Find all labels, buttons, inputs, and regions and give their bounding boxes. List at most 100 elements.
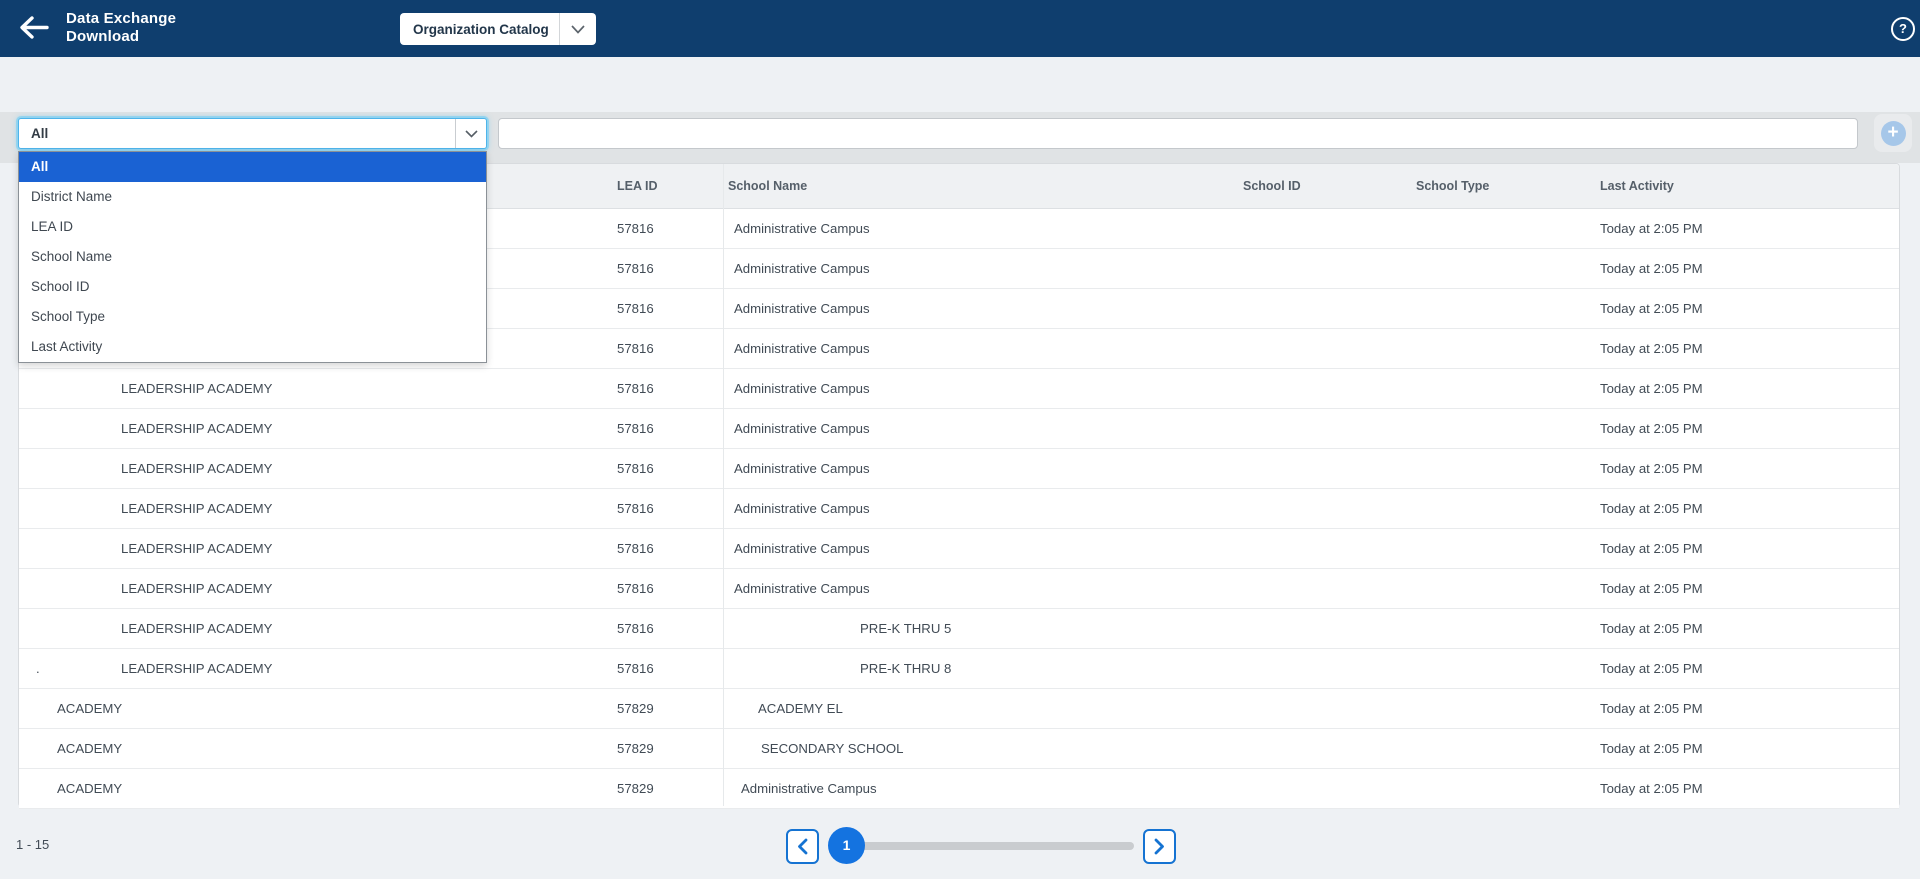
filter-dropdown-option[interactable]: School Type <box>19 302 486 332</box>
last-activity-cell: Today at 2:05 PM <box>1600 489 1703 528</box>
lea-id-cell: 57829 <box>617 769 654 808</box>
column-divider <box>723 164 724 806</box>
last-activity-cell: Today at 2:05 PM <box>1600 689 1703 728</box>
last-activity-cell: Today at 2:05 PM <box>1600 769 1703 808</box>
school-name-cell: Administrative Campus <box>734 329 870 368</box>
school-name-cell: Administrative Campus <box>734 449 870 488</box>
lea-id-cell: 57816 <box>617 449 654 488</box>
last-activity-cell: Today at 2:05 PM <box>1600 449 1703 488</box>
lea-id-cell: 57816 <box>617 209 654 248</box>
filter-dropdown-option[interactable]: School ID <box>19 272 486 302</box>
lea-id-cell: 57816 <box>617 409 654 448</box>
current-page-indicator[interactable]: 1 <box>828 827 865 864</box>
catalog-selector-value: Organization Catalog <box>400 22 559 37</box>
back-arrow-icon <box>18 14 50 41</box>
school-name-cell: ACADEMY EL <box>758 689 843 728</box>
district-cell: ACADEMY <box>57 729 122 768</box>
table-row[interactable]: LEADERSHIP ACADEMY 57816 Administrative Ca… <box>19 409 1899 449</box>
page-title-line2: Download <box>66 28 176 46</box>
district-cell: LEADERSHIP ACADEMY <box>121 449 272 488</box>
table-row[interactable]: ACADEMY 57829 SECONDARY SCHOOL Today at 2:0… <box>19 729 1899 769</box>
filter-dropdown: AllDistrict NameLEA IDSchool NameSchool … <box>18 151 487 363</box>
column-header[interactable]: School Type <box>1416 164 1489 208</box>
last-activity-cell: Today at 2:05 PM <box>1600 409 1703 448</box>
lea-id-cell: 57816 <box>617 569 654 608</box>
district-cell: LEADERSHIP ACADEMY <box>121 649 272 688</box>
plus-icon: + <box>1881 121 1906 146</box>
next-page-button[interactable] <box>1143 829 1176 864</box>
school-name-cell: Administrative Campus <box>734 529 870 568</box>
last-activity-cell: Today at 2:05 PM <box>1600 209 1703 248</box>
filter-dropdown-option[interactable]: All <box>19 152 486 182</box>
chevron-down-icon <box>559 13 596 45</box>
district-cell: ACADEMY <box>57 769 122 808</box>
school-name-cell: PRE-K THRU 8 <box>860 649 951 688</box>
table-row[interactable]: LEADERSHIP ACADEMY57816Administrative Ca… <box>19 529 1899 569</box>
district-cell: LEADERSHIP ACADEMY <box>121 609 272 648</box>
last-activity-cell: Today at 2:05 PM <box>1600 569 1703 608</box>
page-range-label: 1 - 15 <box>16 837 49 852</box>
district-cell: LEADERSHIP ACADEMY <box>121 569 272 608</box>
previous-page-button[interactable] <box>786 829 819 864</box>
school-name-cell: Administrative Campus <box>734 289 870 328</box>
last-activity-cell: Today at 2:05 PM <box>1600 729 1703 768</box>
table-row[interactable]: ACADEMY 57829 ACADEMY EL Today at 2:05 PM <box>19 689 1899 729</box>
column-header[interactable]: LEA ID <box>617 164 658 208</box>
table-row[interactable]: LEADERSHIP ACADEMY 57816 Administrative Ca… <box>19 569 1899 609</box>
school-name-cell: Administrative Campus <box>741 769 877 808</box>
last-activity-cell: Today at 2:05 PM <box>1600 609 1703 648</box>
table-row[interactable]: .LEADERSHIP ACADEMY57816PRE-K THRU 8Toda… <box>19 649 1899 689</box>
help-button[interactable]: ? <box>1891 17 1915 41</box>
district-cell: LEADERSHIP ACADEMY <box>121 369 272 408</box>
lea-id-cell: 57829 <box>617 689 654 728</box>
school-name-cell: SECONDARY SCHOOL <box>761 729 903 768</box>
lea-id-cell: 57816 <box>617 609 654 648</box>
filter-bar: Filter ••• <box>0 57 1920 112</box>
chevron-left-icon <box>796 838 809 855</box>
filter-dropdown-option[interactable]: Last Activity <box>19 332 486 362</box>
catalog-selector[interactable]: Organization Catalog <box>400 13 596 45</box>
pager-scrollbar-track[interactable] <box>846 842 1134 850</box>
table-row[interactable]: ACADEMY 57829 Administrative Campus Today a… <box>19 769 1899 809</box>
last-activity-cell: Today at 2:05 PM <box>1600 529 1703 568</box>
school-name-cell: Administrative Campus <box>734 489 870 528</box>
school-name-cell: Administrative Campus <box>734 249 870 288</box>
add-button[interactable]: + <box>1874 114 1912 152</box>
last-activity-cell: Today at 2:05 PM <box>1600 249 1703 288</box>
district-cell: ACADEMY <box>57 689 122 728</box>
filter-field-value: All <box>19 126 455 141</box>
filter-dropdown-option[interactable]: District Name <box>19 182 486 212</box>
chevron-right-icon <box>1153 838 1166 855</box>
school-name-cell: Administrative Campus <box>734 369 870 408</box>
district-prefix: . <box>36 649 40 688</box>
column-header[interactable]: Last Activity <box>1600 164 1674 208</box>
last-activity-cell: Today at 2:05 PM <box>1600 329 1703 368</box>
school-name-cell: PRE-K THRU 5 <box>860 609 951 648</box>
school-name-cell: Administrative Campus <box>734 409 870 448</box>
filter-field-select[interactable]: All <box>18 118 487 149</box>
search-input[interactable] <box>498 118 1858 149</box>
filter-dropdown-option[interactable]: School Name <box>19 242 486 272</box>
chevron-down-icon <box>455 119 486 148</box>
column-header[interactable]: School ID <box>1243 164 1301 208</box>
last-activity-cell: Today at 2:05 PM <box>1600 649 1703 688</box>
school-name-cell: Administrative Campus <box>734 209 870 248</box>
column-header[interactable]: School Name <box>728 164 807 208</box>
table-row[interactable]: LEADERSHIP ACADEMY 57816 Administrative Ca… <box>19 449 1899 489</box>
table-row[interactable]: LEADERSHIP ACADEMY 57816 PRE-K THRU 5 Today… <box>19 609 1899 649</box>
app-root: Data Exchange Download Organization Cata… <box>0 0 1920 879</box>
school-name-cell: Administrative Campus <box>734 569 870 608</box>
district-cell: LEADERSHIP ACADEMY <box>121 409 272 448</box>
lea-id-cell: 57816 <box>617 369 654 408</box>
back-button[interactable] <box>16 14 52 44</box>
district-cell: LEADERSHIP ACADEMY <box>121 529 272 568</box>
table-row[interactable]: LEADERSHIP ACADEMY57816Administrative Ca… <box>19 489 1899 529</box>
filter-dropdown-option[interactable]: LEA ID <box>19 212 486 242</box>
table-row[interactable]: LEADERSHIP ACADEMY 57816 Administrative Ca… <box>19 369 1899 409</box>
lea-id-cell: 57816 <box>617 489 654 528</box>
lea-id-cell: 57816 <box>617 249 654 288</box>
last-activity-cell: Today at 2:05 PM <box>1600 369 1703 408</box>
lea-id-cell: 57829 <box>617 729 654 768</box>
page-title: Data Exchange Download <box>66 10 176 46</box>
question-mark-icon: ? <box>1899 21 1907 36</box>
